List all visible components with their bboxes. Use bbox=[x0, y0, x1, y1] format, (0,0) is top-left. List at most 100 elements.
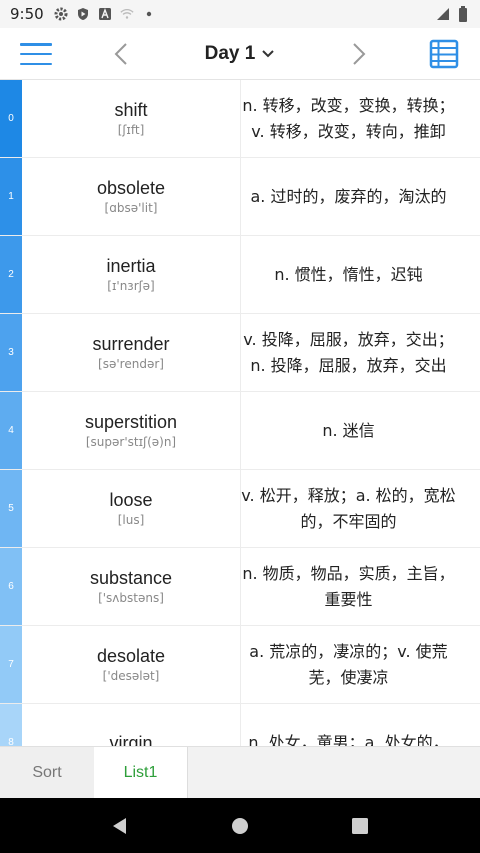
meaning-text: v. 松开，释放；a. 松的，宽松的，不牢固的 bbox=[241, 485, 456, 531]
word-text: loose bbox=[109, 489, 153, 510]
row-index: 8 bbox=[8, 737, 14, 746]
status-time: 9:50 bbox=[10, 5, 44, 23]
word-cell[interactable]: substance ['sʌbstəns] bbox=[22, 548, 240, 625]
previous-day-button[interactable] bbox=[106, 36, 136, 72]
app-header: Day 1 bbox=[0, 28, 480, 80]
meaning-cell[interactable]: v. 松开，释放；a. 松的，宽松的，不牢固的 bbox=[240, 470, 456, 547]
word-text: inertia bbox=[106, 255, 156, 276]
word-row[interactable]: 6 substance ['sʌbstəns] n. 物质，物品，实质，主旨，重… bbox=[0, 548, 480, 626]
shield-play-icon bbox=[76, 7, 90, 21]
word-text: superstition bbox=[84, 411, 178, 432]
list-table-icon bbox=[429, 39, 459, 69]
word-row[interactable]: 5 loose [lus] v. 松开，释放；a. 松的，宽松的，不牢固的 bbox=[0, 470, 480, 548]
row-index: 1 bbox=[8, 191, 14, 202]
meaning-cell[interactable]: n. 转移，改变，变换，转换；v. 转移，改变，转向，推卸 bbox=[240, 80, 456, 157]
tab-list1[interactable]: List1 bbox=[94, 747, 188, 798]
row-index: 5 bbox=[8, 503, 14, 514]
menu-bar bbox=[20, 43, 52, 46]
word-row[interactable]: 4 superstition [supər'stɪʃ(ə)n] n. 迷信 bbox=[0, 392, 480, 470]
index-strip: 3 bbox=[0, 314, 22, 391]
word-text: desolate bbox=[96, 645, 166, 666]
word-cell[interactable]: desolate ['desələt] bbox=[22, 626, 240, 703]
phonetic-text: [sə'rendər] bbox=[98, 356, 164, 371]
index-strip: 0 bbox=[0, 80, 22, 157]
system-nav-bar bbox=[0, 798, 480, 853]
phonetic-text: [lus] bbox=[117, 512, 145, 527]
row-index: 6 bbox=[8, 581, 14, 592]
meaning-text: n. 迷信 bbox=[322, 420, 375, 440]
menu-bar bbox=[20, 62, 52, 65]
word-text: virgin bbox=[109, 732, 153, 747]
phonetic-text: ['desələt] bbox=[102, 668, 160, 683]
meaning-text: a. 过时的，废弃的，淘汰的 bbox=[250, 186, 447, 206]
home-circle-icon bbox=[232, 817, 248, 834]
meaning-cell[interactable]: n. 迷信 bbox=[240, 392, 456, 469]
index-strip: 5 bbox=[0, 470, 22, 547]
word-row[interactable]: 3 surrender [sə'rendər] v. 投降，屈服，放弃，交出；n… bbox=[0, 314, 480, 392]
tab-sort[interactable]: Sort bbox=[0, 747, 94, 798]
row-index: 0 bbox=[8, 113, 14, 124]
word-row[interactable]: 0 shift [ʃɪft] n. 转移，改变，变换，转换；v. 转移，改变，转… bbox=[0, 80, 480, 158]
index-strip: 6 bbox=[0, 548, 22, 625]
gear-icon bbox=[54, 7, 68, 21]
meaning-cell[interactable]: a. 过时的，废弃的，淘汰的 bbox=[240, 158, 456, 235]
index-strip: 7 bbox=[0, 626, 22, 703]
word-cell[interactable]: surrender [sə'rendər] bbox=[22, 314, 240, 391]
chevron-left-icon bbox=[114, 43, 127, 65]
meaning-text: n. 处女，童男；a. 处女的， bbox=[248, 732, 449, 747]
word-cell[interactable]: obsolete [ɑbsə'lit] bbox=[22, 158, 240, 235]
word-text: obsolete bbox=[96, 177, 166, 198]
word-cell[interactable]: inertia [ɪ'nɜrʃə] bbox=[22, 236, 240, 313]
wifi-off-icon bbox=[120, 7, 134, 21]
index-strip: 8 bbox=[0, 704, 22, 746]
phonetic-text: [ɪ'nɜrʃə] bbox=[107, 278, 155, 293]
word-text: shift bbox=[114, 99, 148, 120]
word-cell[interactable]: loose [lus] bbox=[22, 470, 240, 547]
font-a-icon bbox=[98, 7, 112, 21]
meaning-text: n. 物质，物品，实质，主旨，重要性 bbox=[242, 563, 455, 609]
dot-icon bbox=[142, 7, 156, 21]
battery-icon bbox=[456, 6, 470, 22]
word-text: substance bbox=[89, 567, 173, 588]
recents-button[interactable] bbox=[340, 806, 380, 846]
index-strip: 1 bbox=[0, 158, 22, 235]
row-index: 7 bbox=[8, 659, 14, 670]
word-text: surrender bbox=[92, 333, 170, 354]
meaning-text: n. 惯性，惰性，迟钝 bbox=[274, 264, 423, 284]
word-row[interactable]: 7 desolate ['desələt] a. 荒凉的，凄凉的；v. 使荒芜，… bbox=[0, 626, 480, 704]
word-cell[interactable]: superstition [supər'stɪʃ(ə)n] bbox=[22, 392, 240, 469]
phonetic-text: [ʃɪft] bbox=[117, 122, 145, 137]
list-view-button[interactable] bbox=[429, 39, 459, 69]
word-cell[interactable]: shift [ʃɪft] bbox=[22, 80, 240, 157]
meaning-text: a. 荒凉的，凄凉的；v. 使荒芜，使凄凉 bbox=[249, 641, 448, 687]
row-index: 4 bbox=[8, 425, 14, 436]
meaning-text: n. 转移，改变，变换，转换；v. 转移，改变，转向，推卸 bbox=[242, 95, 455, 141]
meaning-cell[interactable]: a. 荒凉的，凄凉的；v. 使荒芜，使凄凉 bbox=[240, 626, 456, 703]
back-triangle-icon bbox=[113, 817, 126, 834]
word-row[interactable]: 2 inertia [ɪ'nɜrʃə] n. 惯性，惰性，迟钝 bbox=[0, 236, 480, 314]
meaning-cell[interactable]: v. 投降，屈服，放弃，交出；n. 投降，屈服，放弃，交出 bbox=[240, 314, 456, 391]
bottom-tabs: Sort List1 bbox=[0, 746, 480, 798]
next-day-button[interactable] bbox=[344, 36, 374, 72]
word-cell[interactable]: virgin bbox=[22, 704, 240, 747]
day-selector[interactable]: Day 1 bbox=[190, 38, 290, 70]
meaning-cell[interactable]: n. 处女，童男；a. 处女的， bbox=[240, 704, 456, 746]
chevron-right-icon bbox=[353, 43, 366, 65]
phonetic-text: [supər'stɪʃ(ə)n] bbox=[85, 434, 177, 449]
word-row[interactable]: 8 virgin n. 处女，童男；a. 处女的， bbox=[0, 704, 480, 746]
meaning-cell[interactable]: n. 物质，物品，实质，主旨，重要性 bbox=[240, 548, 456, 625]
word-list[interactable]: 0 shift [ʃɪft] n. 转移，改变，变换，转换；v. 转移，改变，转… bbox=[0, 80, 480, 746]
phonetic-text: [ɑbsə'lit] bbox=[104, 200, 158, 215]
home-button[interactable] bbox=[220, 806, 260, 846]
index-strip: 4 bbox=[0, 392, 22, 469]
chevron-down-icon bbox=[262, 50, 275, 58]
menu-button[interactable] bbox=[20, 40, 52, 68]
meaning-text: v. 投降，屈服，放弃，交出；n. 投降，屈服，放弃，交出 bbox=[243, 329, 454, 375]
back-button[interactable] bbox=[100, 806, 140, 846]
phonetic-text: ['sʌbstəns] bbox=[98, 590, 164, 605]
notification-icons bbox=[54, 7, 156, 21]
word-row[interactable]: 1 obsolete [ɑbsə'lit] a. 过时的，废弃的，淘汰的 bbox=[0, 158, 480, 236]
recents-square-icon bbox=[352, 817, 368, 834]
meaning-cell[interactable]: n. 惯性，惰性，迟钝 bbox=[240, 236, 456, 313]
menu-bar bbox=[20, 52, 52, 56]
